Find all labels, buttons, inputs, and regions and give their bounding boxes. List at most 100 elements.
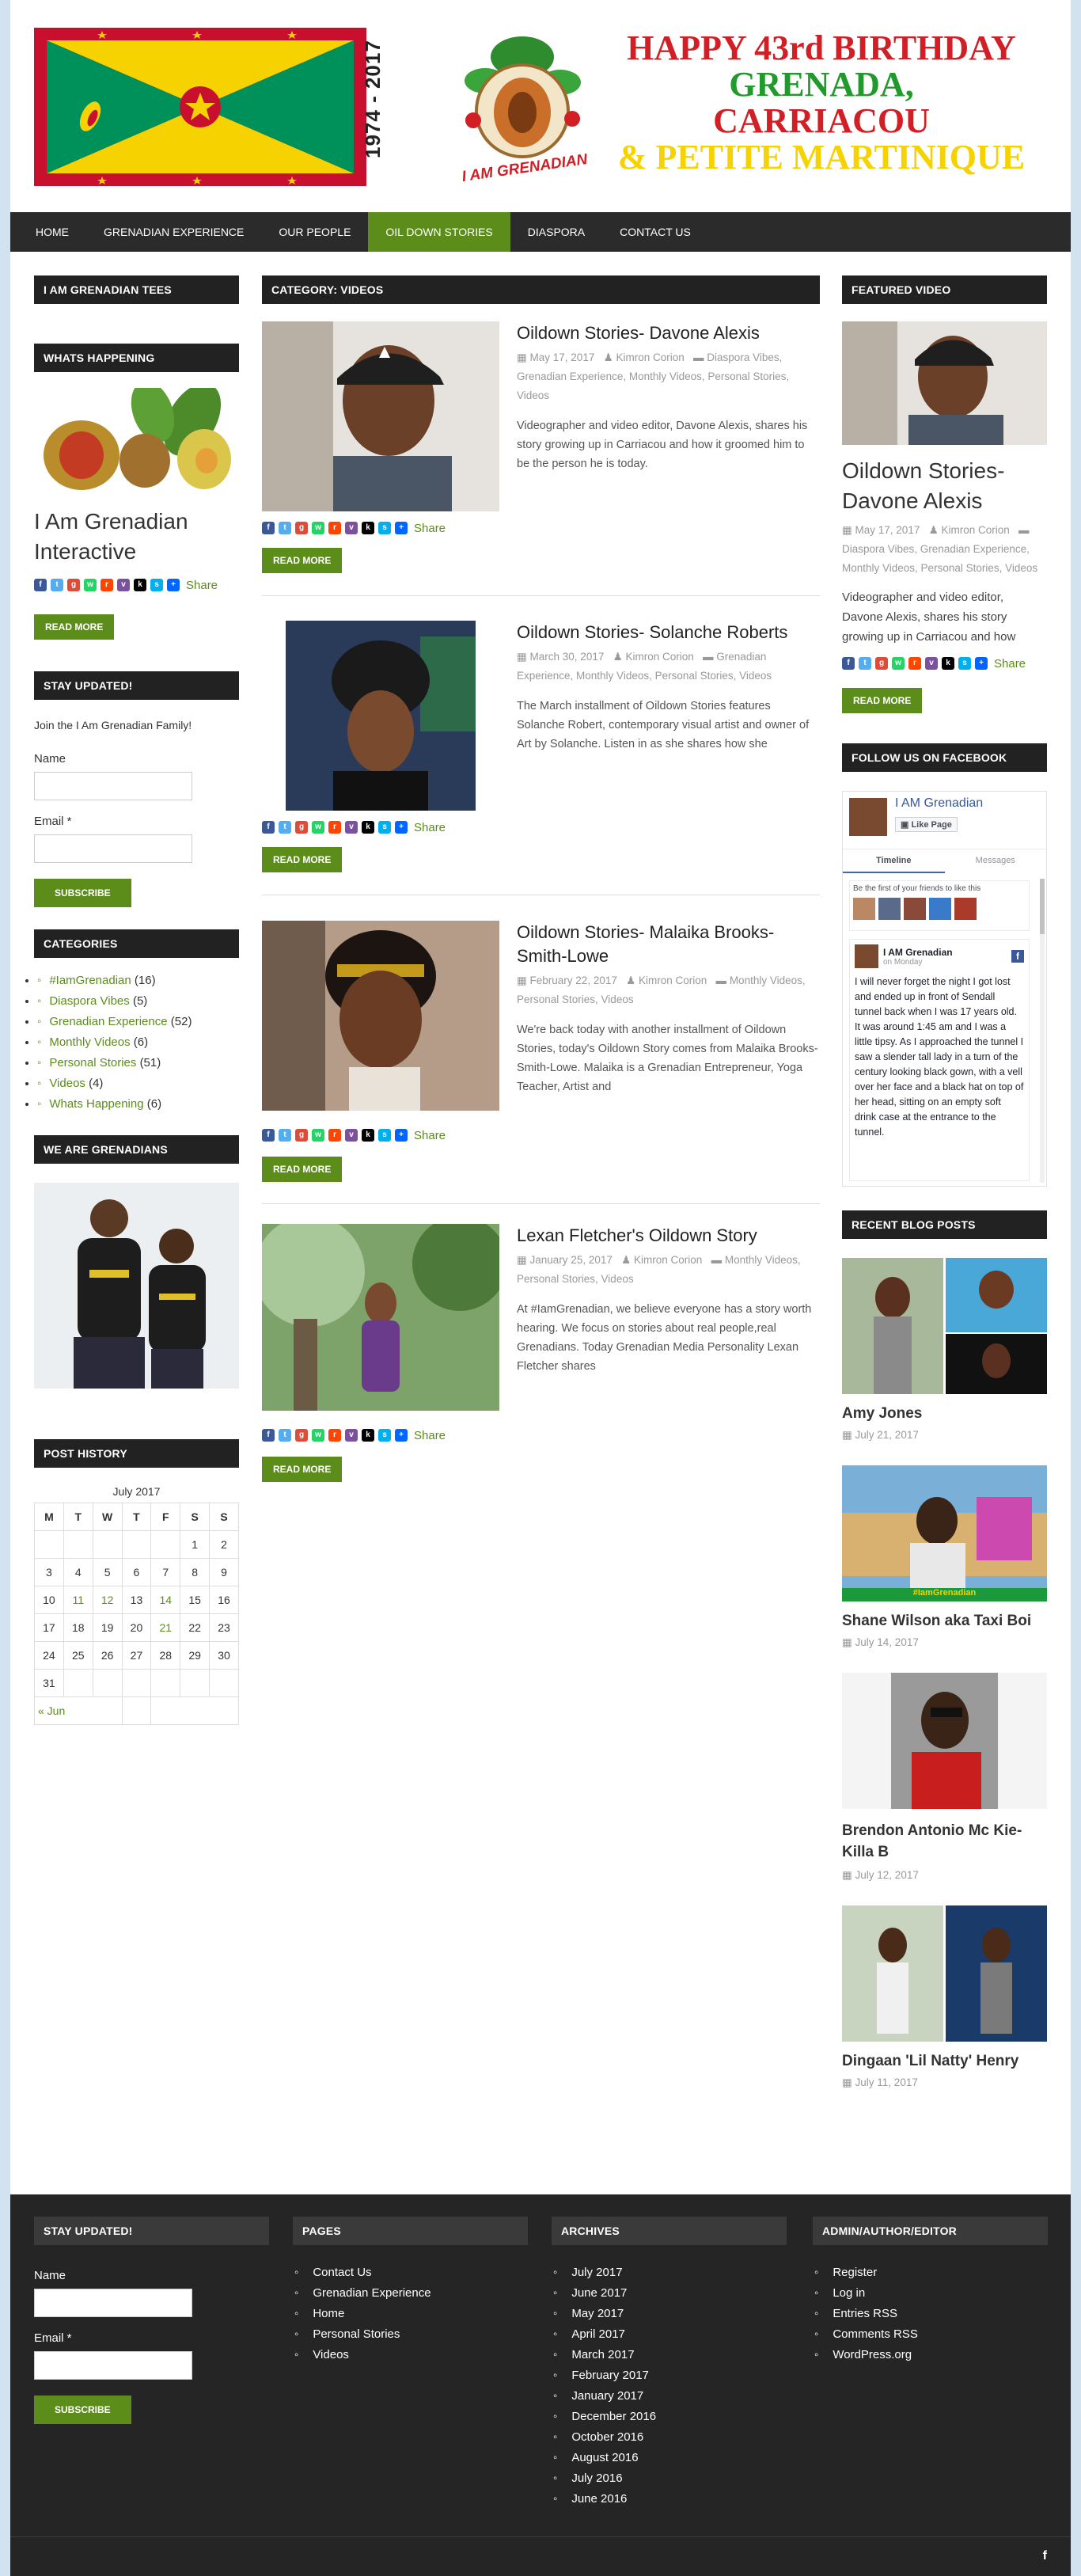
post-title[interactable]: Oildown Stories- Malaika Brooks-Smith-Lo…	[517, 921, 820, 968]
post-image-malaika[interactable]	[262, 921, 499, 1111]
archive-link[interactable]: August 2016	[552, 2448, 787, 2468]
googleplus-share-icon[interactable]: g	[295, 522, 308, 534]
nav-home[interactable]: HOME	[18, 212, 86, 252]
googleplus-share-icon[interactable]: g	[295, 1429, 308, 1442]
whatsapp-share-icon[interactable]: w	[312, 1429, 324, 1442]
kik-share-icon[interactable]: k	[362, 821, 374, 834]
facebook-share-icon[interactable]: f	[262, 522, 275, 534]
twitter-share-icon[interactable]: t	[279, 821, 291, 834]
facebook-logo-icon[interactable]: f	[1011, 950, 1024, 963]
admin-link[interactable]: Comments RSS	[813, 2324, 1048, 2345]
recent-image-dingaan[interactable]	[842, 1905, 1047, 2042]
skype-share-icon[interactable]: s	[378, 821, 391, 834]
read-more-button[interactable]: READ MORE	[34, 614, 115, 640]
post-image-lexan[interactable]	[262, 1224, 499, 1411]
happening-post-title[interactable]: I Am Grenadian Interactive	[34, 507, 239, 567]
share-plus-icon[interactable]: +	[395, 821, 408, 834]
archive-link[interactable]: July 2016	[552, 2468, 787, 2489]
kik-share-icon[interactable]: k	[942, 657, 954, 670]
footer-subscribe-button[interactable]: SUBSCRIBE	[34, 2396, 131, 2424]
archive-link[interactable]: July 2017	[552, 2263, 787, 2283]
footer-page-link[interactable]: Personal Stories	[293, 2324, 528, 2345]
reddit-share-icon[interactable]: r	[328, 821, 341, 834]
category-item[interactable]: Diaspora Vibes (5)	[37, 991, 239, 1012]
category-item[interactable]: Grenadian Experience (52)	[37, 1012, 239, 1032]
whatsapp-share-icon[interactable]: w	[892, 657, 905, 670]
nutmeg-image[interactable]	[34, 381, 239, 494]
archive-link[interactable]: May 2017	[552, 2304, 787, 2324]
post-author[interactable]: Kimron Corion	[634, 1254, 702, 1266]
recent-image-amy[interactable]	[842, 1258, 1047, 1394]
fb-friend-avatar[interactable]	[954, 898, 977, 920]
recent-image-brendon[interactable]	[842, 1673, 1047, 1809]
facebook-share-icon[interactable]: f	[34, 579, 47, 591]
read-more-button[interactable]: READ MORE	[262, 847, 343, 872]
share-label[interactable]: Share	[414, 1429, 446, 1442]
skype-share-icon[interactable]: s	[378, 1429, 391, 1442]
category-item[interactable]: Whats Happening (6)	[37, 1094, 239, 1115]
email-input[interactable]	[34, 834, 192, 863]
share-label[interactable]: Share	[414, 1129, 446, 1142]
footer-name-input[interactable]	[34, 2289, 192, 2317]
recent-post-title[interactable]: Amy Jones	[842, 1405, 1047, 1423]
share-label[interactable]: Share	[414, 522, 446, 535]
nav-grenadian-experience[interactable]: GRENADIAN EXPERIENCE	[86, 212, 261, 252]
facebook-icon[interactable]: f	[1043, 2549, 1047, 2563]
viber-share-icon[interactable]: v	[345, 522, 358, 534]
nav-our-people[interactable]: OUR PEOPLE	[261, 212, 368, 252]
twitter-share-icon[interactable]: t	[859, 657, 871, 670]
calendar-day[interactable]: 12	[92, 1586, 123, 1614]
category-item[interactable]: Personal Stories (51)	[37, 1053, 239, 1073]
fb-friend-avatar[interactable]	[904, 898, 926, 920]
archive-link[interactable]: October 2016	[552, 2427, 787, 2448]
googleplus-share-icon[interactable]: g	[295, 821, 308, 834]
read-more-button[interactable]: READ MORE	[262, 1157, 343, 1182]
category-item[interactable]: #IamGrenadian (16)	[37, 971, 239, 991]
archive-link[interactable]: February 2017	[552, 2365, 787, 2386]
fb-page-avatar[interactable]	[848, 796, 889, 838]
facebook-share-icon[interactable]: f	[262, 1129, 275, 1142]
footer-page-link[interactable]: Contact Us	[293, 2263, 528, 2283]
viber-share-icon[interactable]: v	[345, 821, 358, 834]
kik-share-icon[interactable]: k	[134, 579, 146, 591]
share-plus-icon[interactable]: +	[975, 657, 988, 670]
fb-friend-avatar[interactable]	[878, 898, 901, 920]
whatsapp-share-icon[interactable]: w	[312, 522, 324, 534]
post-date[interactable]: May 17, 2017	[530, 351, 595, 363]
fb-page-name[interactable]: I AM Grenadian	[895, 796, 983, 811]
share-label[interactable]: Share	[994, 657, 1026, 671]
calendar-day[interactable]: 14	[150, 1586, 181, 1614]
admin-link[interactable]: Log in	[813, 2283, 1048, 2304]
share-plus-icon[interactable]: +	[167, 579, 180, 591]
facebook-share-icon[interactable]: f	[262, 1429, 275, 1442]
calendar-day[interactable]: 11	[63, 1586, 93, 1614]
twitter-share-icon[interactable]: t	[51, 579, 63, 591]
facebook-share-icon[interactable]: f	[262, 821, 275, 834]
twitter-share-icon[interactable]: t	[279, 1429, 291, 1442]
viber-share-icon[interactable]: v	[925, 657, 938, 670]
calendar-prev-link[interactable]: « Jun	[34, 1696, 123, 1725]
recent-post-title[interactable]: Shane Wilson aka Taxi Boi	[842, 1613, 1047, 1630]
fb-friend-avatar[interactable]	[853, 898, 875, 920]
archive-link[interactable]: December 2016	[552, 2407, 787, 2427]
viber-share-icon[interactable]: v	[345, 1129, 358, 1142]
post-title[interactable]: Oildown Stories- Solanche Roberts	[517, 621, 820, 644]
name-input[interactable]	[34, 772, 192, 800]
reddit-share-icon[interactable]: r	[908, 657, 921, 670]
twitter-share-icon[interactable]: t	[279, 1129, 291, 1142]
googleplus-share-icon[interactable]: g	[875, 657, 888, 670]
featured-image[interactable]	[842, 321, 1047, 445]
read-more-button[interactable]: READ MORE	[262, 548, 343, 573]
grenadians-photo[interactable]	[34, 1183, 239, 1389]
reddit-share-icon[interactable]: r	[328, 522, 341, 534]
skype-share-icon[interactable]: s	[378, 522, 391, 534]
googleplus-share-icon[interactable]: g	[295, 1129, 308, 1142]
post-author[interactable]: Kimron Corion	[639, 975, 707, 986]
category-item[interactable]: Videos (4)	[37, 1073, 239, 1094]
facebook-share-icon[interactable]: f	[842, 657, 855, 670]
reddit-share-icon[interactable]: r	[328, 1429, 341, 1442]
facebook-page-plugin[interactable]: I AM Grenadian ▣ Like Page Timeline Mess…	[842, 791, 1047, 1187]
skype-share-icon[interactable]: s	[150, 579, 163, 591]
featured-author[interactable]: Kimron Corion	[941, 524, 1009, 536]
post-image-solanche[interactable]	[286, 621, 476, 811]
